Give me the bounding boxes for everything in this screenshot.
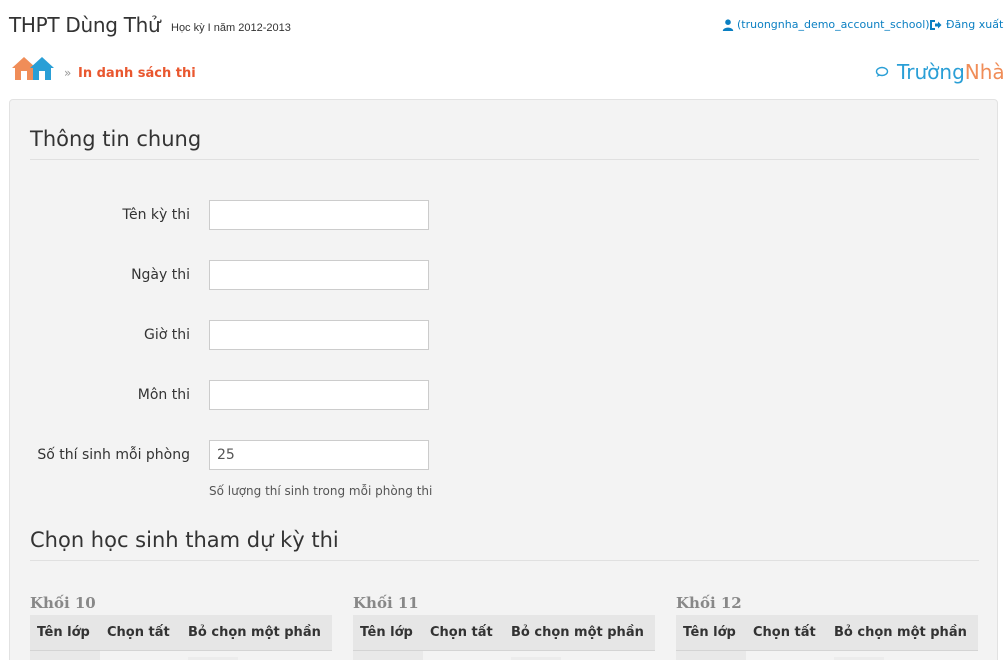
form-row-exam-time: Giờ thi [10, 320, 999, 350]
school-name: THPT Dùng Thử [9, 13, 161, 37]
chat-icon [875, 66, 889, 77]
exam-time-label: Giờ thi [143, 327, 190, 343]
logout-link[interactable]: Đăng xuất [929, 18, 1003, 31]
form-row-exam-date: Ngày thi [10, 260, 999, 290]
grade-table-header: Tên lớp Chọn tất Bỏ chọn một phần [353, 615, 655, 651]
home-icon[interactable] [11, 55, 55, 81]
user-account-label: (truongnha_demo_account_school) [737, 18, 930, 31]
subject-input[interactable] [209, 380, 429, 410]
grade-title: Khối 12 [676, 594, 742, 612]
table-row [353, 651, 655, 660]
grade-block-10: Khối 10 Tên lớp Chọn tất Bỏ chọn một phầ… [30, 594, 332, 660]
table-row [676, 651, 978, 660]
form-row-subject: Môn thi [10, 380, 999, 410]
grade-title: Khối 11 [353, 594, 419, 612]
grade-title: Khối 10 [30, 594, 96, 612]
grade-table-header: Tên lớp Chọn tất Bỏ chọn một phần [676, 615, 978, 651]
breadcrumb: » In danh sách thi TrườngNhà [0, 52, 1007, 92]
subject-label: Môn thi [137, 387, 190, 403]
section-title-students: Chọn học sinh tham dự kỳ thi [30, 528, 339, 552]
students-per-room-help: Số lượng thí sinh trong mỗi phòng thi [209, 484, 433, 498]
column-partial-deselect: Bỏ chọn một phần [188, 625, 321, 640]
column-select-all: Chọn tất [753, 625, 816, 640]
brand-part1: Trường [897, 60, 965, 84]
section-divider [30, 560, 979, 561]
logout-icon [930, 19, 942, 30]
column-class-name: Tên lớp [683, 625, 736, 640]
column-class-name: Tên lớp [37, 625, 90, 640]
main-panel: Thông tin chung Tên kỳ thi Ngày thi Giờ … [9, 99, 998, 660]
column-partial-deselect: Bỏ chọn một phần [511, 625, 644, 640]
user-icon [722, 18, 734, 31]
breadcrumb-separator: » [64, 66, 72, 80]
form-row-students-per-room: Số thí sinh mỗi phòng [10, 440, 999, 470]
exam-name-label: Tên kỳ thi [122, 207, 190, 223]
breadcrumb-current: In danh sách thi [78, 66, 196, 81]
logout-label: Đăng xuất [946, 18, 1004, 31]
column-select-all: Chọn tất [107, 625, 170, 640]
top-bar: THPT Dùng Thử Học kỳ I năm 2012-2013 (tr… [0, 0, 1007, 50]
column-class-name: Tên lớp [360, 625, 413, 640]
table-row [30, 651, 332, 660]
brand-logo[interactable]: TrườngNhà [875, 60, 1005, 84]
exam-time-input[interactable] [209, 320, 429, 350]
brand-part2: Nhà [964, 60, 1005, 84]
exam-date-input[interactable] [209, 260, 429, 290]
section-title-general: Thông tin chung [30, 127, 202, 151]
exam-name-input[interactable] [209, 200, 429, 230]
grade-block-12: Khối 12 Tên lớp Chọn tất Bỏ chọn một phầ… [676, 594, 978, 660]
grade-block-11: Khối 11 Tên lớp Chọn tất Bỏ chọn một phầ… [353, 594, 655, 660]
column-select-all: Chọn tất [430, 625, 493, 640]
form-row-exam-name: Tên kỳ thi [10, 200, 999, 230]
students-per-room-label: Số thí sinh mỗi phòng [37, 447, 190, 463]
user-account-link[interactable]: (truongnha_demo_account_school) [722, 18, 930, 31]
column-partial-deselect: Bỏ chọn một phần [834, 625, 967, 640]
grade-table-header: Tên lớp Chọn tất Bỏ chọn một phần [30, 615, 332, 651]
section-divider [30, 159, 979, 160]
exam-date-label: Ngày thi [131, 267, 190, 283]
students-per-room-input[interactable] [209, 440, 429, 470]
term-label: Học kỳ I năm 2012-2013 [171, 22, 291, 34]
